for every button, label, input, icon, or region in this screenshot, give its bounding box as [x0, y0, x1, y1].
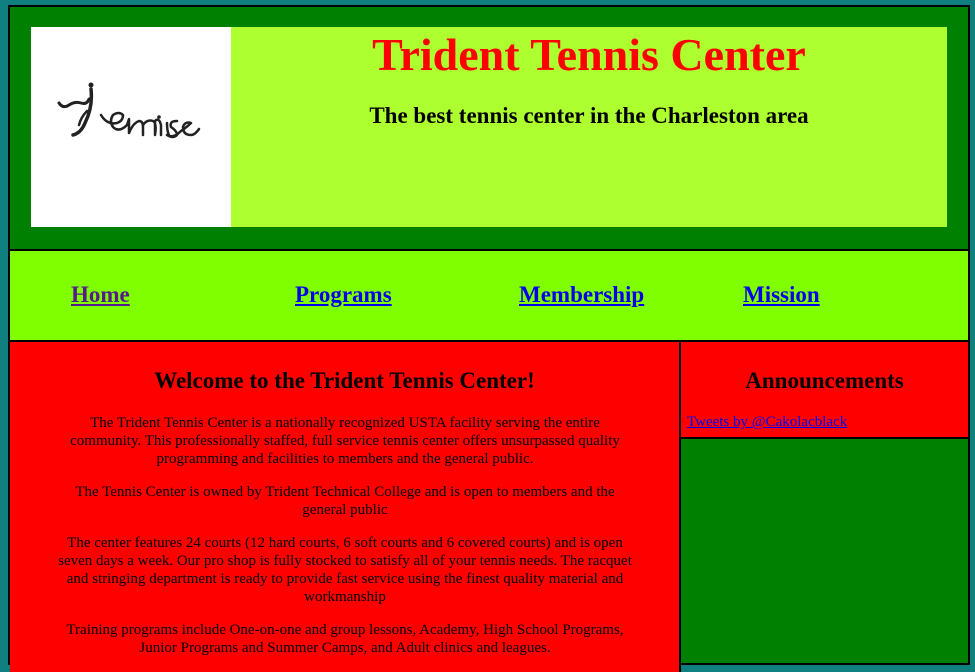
- paragraph-facilities: The center features 24 courts (12 hard c…: [58, 535, 632, 605]
- page-container: Trident Tennis Center The best tennis ce…: [8, 5, 970, 672]
- nav-link-mission[interactable]: Mission: [743, 282, 820, 308]
- nav-link-membership[interactable]: Membership: [519, 282, 644, 308]
- nav-link-home[interactable]: Home: [71, 282, 130, 308]
- site-title: Trident Tennis Center: [372, 29, 806, 80]
- paragraph-intro: The Trident Tennis Center is a nationall…: [70, 415, 620, 467]
- paragraph-programs: Training programs include One-on-one and…: [66, 622, 624, 656]
- main-content: Welcome to the Trident Tennis Center! Th…: [10, 342, 681, 672]
- nav-link-programs[interactable]: Programs: [295, 282, 392, 308]
- tennis-logo: [31, 27, 231, 227]
- site-header: Trident Tennis Center The best tennis ce…: [10, 7, 968, 249]
- welcome-heading: Welcome to the Trident Tennis Center!: [154, 368, 535, 393]
- announcements-heading: Announcements: [745, 368, 904, 393]
- header-panel: Trident Tennis Center The best tennis ce…: [31, 27, 947, 227]
- paragraph-ownership: The Tennis Center is owned by Trident Te…: [75, 484, 615, 518]
- twitter-timeline-link[interactable]: Tweets by @Cakolacblack: [687, 414, 847, 431]
- tennis-logo-icon: [57, 82, 201, 139]
- site-subtitle: The best tennis center in the Charleston…: [369, 103, 809, 128]
- welcome-text: The Trident Tennis Center is a nationall…: [54, 414, 636, 672]
- announcements-panel: Announcements Tweets by @Cakolacblack: [681, 342, 968, 439]
- main-navigation: Home Programs Membership Mission: [10, 249, 968, 342]
